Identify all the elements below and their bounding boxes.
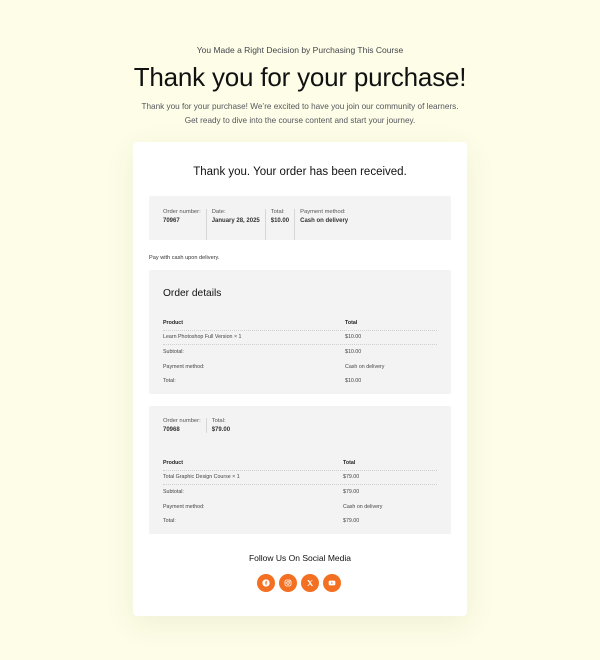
row-value: $79.00 [343,518,360,525]
page-subtitle: Thank you for your purchase! We’re excit… [0,100,600,128]
product-link[interactable]: Total Graphic Design Course × 1 [163,474,343,480]
row-label: Total: [163,518,176,525]
order-details-table: Product Total Learn Photoshop Full Versi… [163,316,437,389]
eyebrow-text: You Made a Right Decision by Purchasing … [196,45,404,55]
column-header-product: Product [163,459,184,466]
overview-value: 70968 [163,427,180,433]
subtitle-line-2: Get ready to dive into the course conten… [184,116,416,125]
table-row: Total: $79.00 [163,514,437,529]
overview-total: Total: $10.00 [270,209,296,240]
overview-value: Cash on delivery [300,218,349,224]
second-order-overview: Order number: 70968 Total: $79.00 [163,418,240,433]
row-value: $10.00 [345,349,362,356]
youtube-icon[interactable] [323,574,341,592]
row-label: Total: [163,378,176,385]
table-row: Learn Photoshop Full Version × 1 $10.00 [163,331,437,345]
column-header-product: Product [163,319,184,326]
social-links [257,574,341,592]
table-row: Subtotal: $79.00 [163,485,437,500]
row-value: Cash on delivery [343,503,383,510]
overview-payment-method: Payment method: Cash on delivery [300,209,353,240]
table-header-row: Product Total [163,316,437,331]
x-icon[interactable] [301,574,319,592]
overview-total: Total: $79.00 [212,418,235,433]
second-order-panel: Order number: 70968 Total: $79.00 Produc… [149,406,451,534]
overview-label: Order number: [163,209,201,215]
overview-order-number: Order number: 70967 [163,209,207,240]
table-row: Total: $10.00 [163,374,437,389]
overview-value: $10.00 [270,218,290,224]
column-header-total: Total [345,319,358,326]
social-title: Follow Us On Social Media [248,553,352,563]
overview-date: Date: January 28, 2025 [212,209,266,240]
row-value: $10.00 [345,378,362,385]
overview-label: Payment method: [300,209,346,215]
row-label: Subtotal: [163,349,184,356]
column-header-total: Total [343,459,356,466]
second-order-table: Product Total Total Graphic Design Cours… [163,456,437,529]
overview-value: January 28, 2025 [211,218,260,224]
order-received-title: Thank you. Your order has been received. [193,166,407,178]
instagram-icon[interactable] [279,574,297,592]
order-details-heading: Order details [163,288,222,299]
product-total: $79.00 [343,474,360,481]
order-card: Thank you. Your order has been received.… [133,142,467,616]
product-total: $10.00 [345,334,362,341]
order-overview: Order number: 70967 Date: January 28, 20… [149,196,451,240]
row-value: $79.00 [343,489,360,496]
table-row: Payment method: Cash on delivery [163,360,437,375]
table-row: Total Graphic Design Course × 1 $79.00 [163,471,437,485]
overview-label: Total: [270,209,285,215]
overview-value: 70967 [163,218,180,224]
order-details-panel: Order details Product Total Learn Photos… [149,270,451,394]
overview-label: Order number: [163,418,201,424]
overview-value: $79.00 [211,427,231,433]
row-label: Payment method: [163,363,205,370]
payment-note: Pay with cash upon delivery. [149,255,220,261]
row-value: Cash on delivery [345,363,385,370]
subtitle-line-1: Thank you for your purchase! We’re excit… [141,102,459,111]
overview-order-number: Order number: 70968 [163,418,207,433]
table-header-row: Product Total [163,456,437,471]
facebook-icon[interactable] [257,574,275,592]
table-row: Subtotal: $10.00 [163,345,437,360]
table-row: Payment method: Cash on delivery [163,500,437,515]
product-link[interactable]: Learn Photoshop Full Version × 1 [163,334,345,340]
page-title: Thank you for your purchase! [133,62,467,92]
overview-label: Date: [211,209,226,215]
overview-label: Total: [211,418,226,424]
row-label: Subtotal: [163,489,184,496]
row-label: Payment method: [163,503,205,510]
